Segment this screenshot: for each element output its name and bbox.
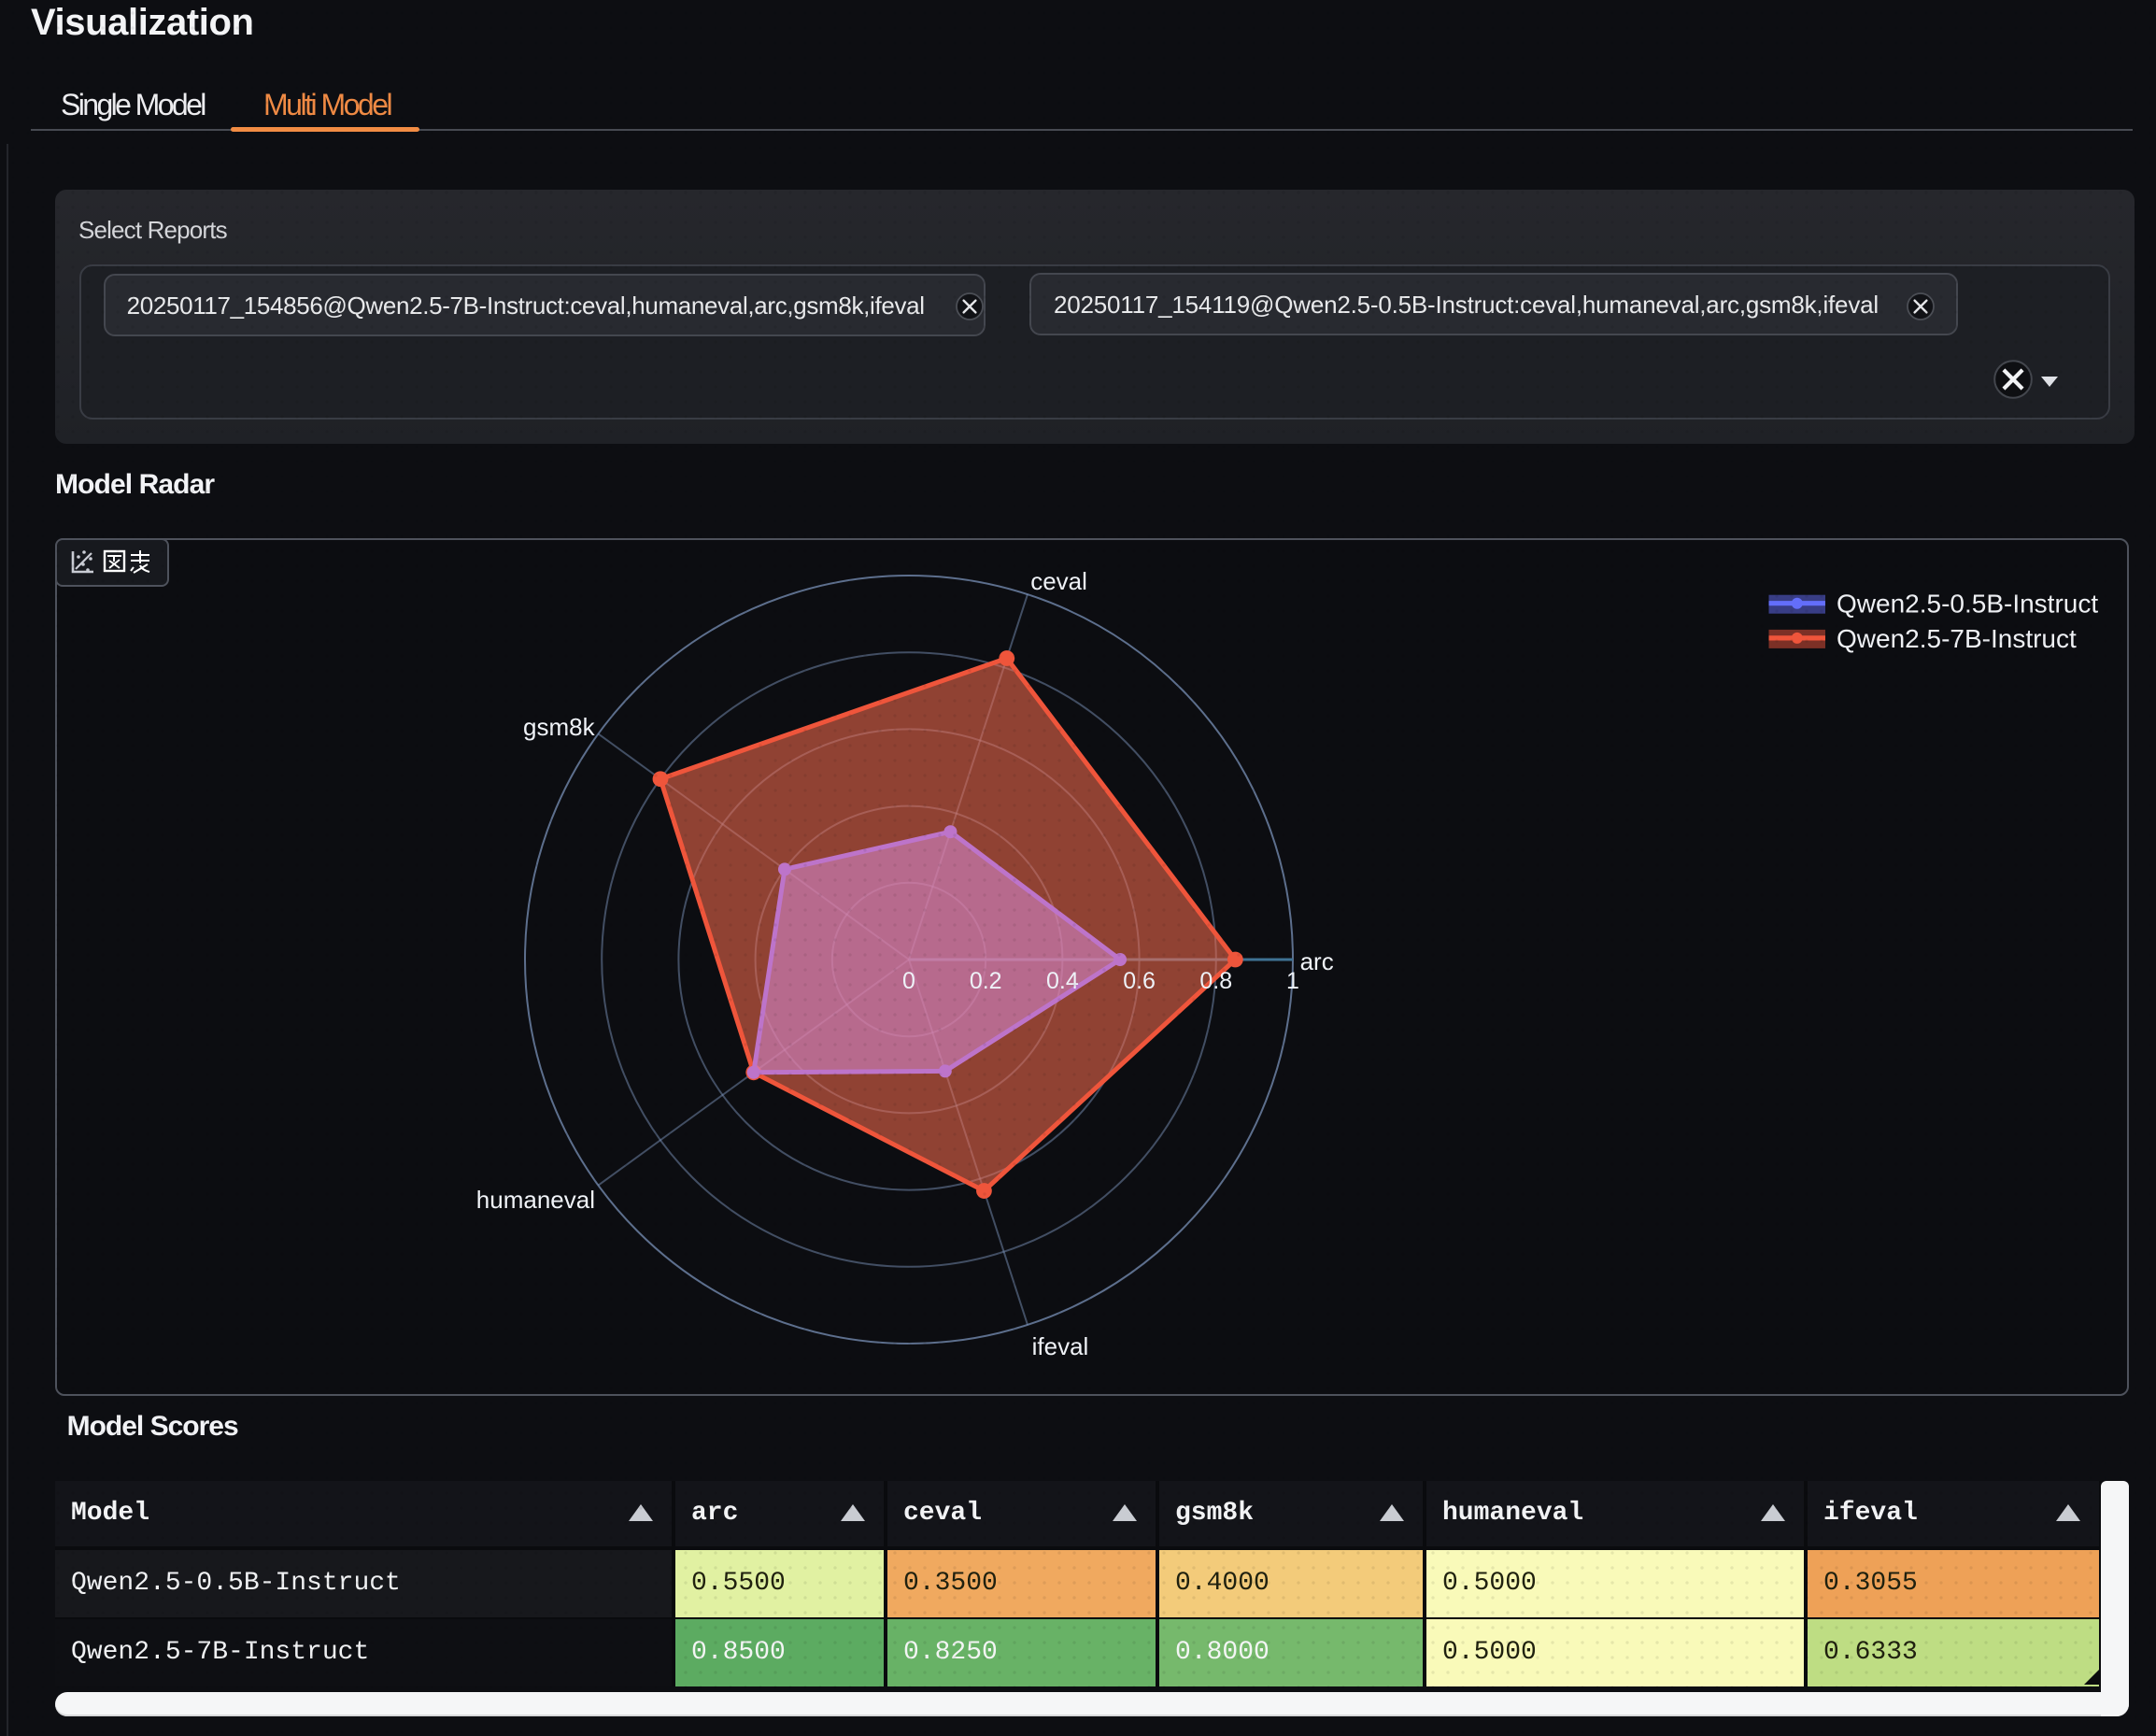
- svg-text:ceval: ceval: [1030, 567, 1087, 595]
- svg-text:arc: arc: [1300, 947, 1334, 975]
- svg-text:Qwen2.5-7B-Instruct: Qwen2.5-7B-Instruct: [1837, 624, 2077, 653]
- svg-text:ifeval: ifeval: [1032, 1332, 1089, 1360]
- svg-text:0.8: 0.8: [1199, 968, 1232, 994]
- svg-text:gsm8k: gsm8k: [523, 713, 596, 741]
- svg-text:Qwen2.5-0.5B-Instruct: Qwen2.5-0.5B-Instruct: [1837, 590, 2098, 619]
- svg-text:humaneval: humaneval: [476, 1186, 595, 1214]
- svg-text:1: 1: [1286, 968, 1299, 994]
- svg-text:0.6: 0.6: [1123, 968, 1156, 994]
- svg-text:0: 0: [902, 968, 915, 994]
- svg-text:0.2: 0.2: [970, 968, 1002, 994]
- svg-text:0.4: 0.4: [1046, 968, 1079, 994]
